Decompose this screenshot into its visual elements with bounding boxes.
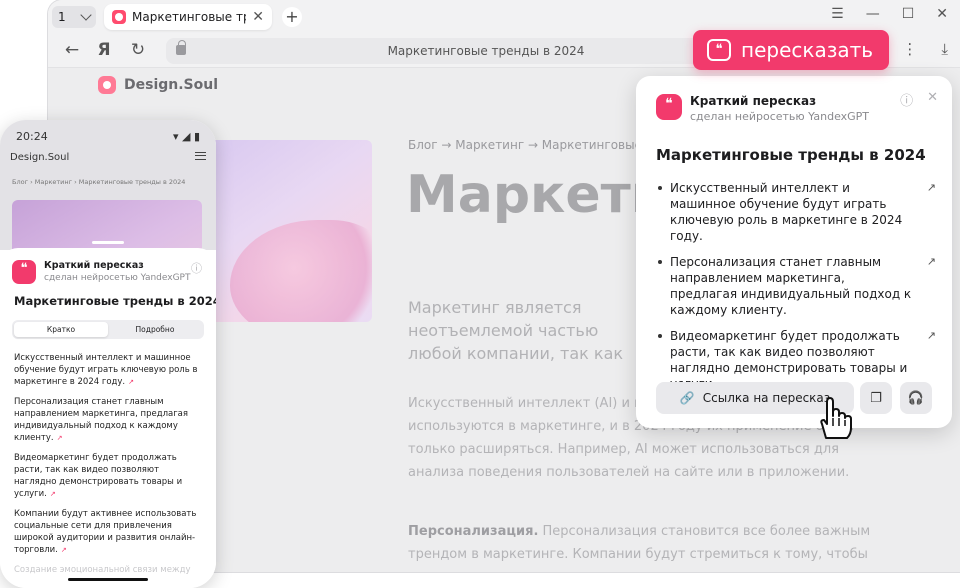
breadcrumb: Блог → Маркетинг → Маркетинговые xyxy=(408,138,642,152)
hand-cursor-icon xyxy=(820,397,852,439)
phone-page: 20:24 ▾ ◢ ▮ Design.Soul Блог › Маркетинг… xyxy=(0,120,216,320)
info-icon[interactable]: ⓘ xyxy=(900,90,913,109)
link-icon: 🔗 xyxy=(679,391,695,405)
summary-mode-toggle: Кратко Подробно xyxy=(12,320,204,339)
retell-popup: Краткий пересказ сделан нейросетью Yande… xyxy=(636,76,952,428)
tab-bar: 1 Маркетинговые тренды ✕ + ☰ — ☐ ✕ xyxy=(48,0,960,34)
screenshot: 1 Маркетинговые тренды ✕ + ☰ — ☐ ✕ ← Я ↻ xyxy=(0,0,960,588)
download-icon[interactable]: ⤓ xyxy=(941,40,948,58)
listen-button[interactable]: 🎧 xyxy=(900,382,932,414)
chevron-down-icon xyxy=(80,9,92,21)
arrow-link-icon[interactable]: ↗ xyxy=(128,378,134,386)
menu-icon[interactable]: ☰ xyxy=(831,6,844,22)
active-tab[interactable]: Маркетинговые тренды ✕ xyxy=(104,4,272,30)
retell-icon xyxy=(12,260,36,284)
home-indicator xyxy=(68,578,148,581)
new-tab-button[interactable]: + xyxy=(282,7,302,27)
arrow-link-icon[interactable]: ↗ xyxy=(927,328,936,344)
summary-list: Искусственный интеллект и машинное обуче… xyxy=(656,180,938,402)
lead-text: Маркетинг является неотъемлемой частью л… xyxy=(408,298,624,368)
arrow-link-icon[interactable]: ↗ xyxy=(57,434,63,442)
status-time: 20:24 xyxy=(16,130,48,143)
phone-retell-sheet: Краткий пересказ сделан нейросетью Yande… xyxy=(0,241,216,588)
list-item: Искусственный интеллект и машинное обуче… xyxy=(14,352,200,388)
summary-point: Персонализация станет главным направлени… xyxy=(670,255,912,317)
sheet-header: Краткий пересказ сделан нейросетью Yande… xyxy=(12,260,190,284)
quote-icon: ❝ xyxy=(707,39,731,61)
reload-icon[interactable]: ↻ xyxy=(128,40,148,60)
article-paragraph-2: Персонализация. Персонализация становитс… xyxy=(408,520,888,572)
phone-breadcrumb: Блог › Маркетинг › Маркетинговые тренды … xyxy=(12,178,186,186)
list-item: Видеомаркетинг будет продолжать расти, т… xyxy=(14,452,200,500)
tab-count-label: 1 xyxy=(58,10,66,24)
arrow-link-icon[interactable]: ↗ xyxy=(50,490,56,498)
minimize-icon[interactable]: — xyxy=(866,6,880,22)
tab-title: Маркетинговые тренды xyxy=(132,10,246,24)
address-text: Маркетинговые тренды в 2024 xyxy=(387,44,585,58)
page-title: Маркетинговые тренды в xyxy=(406,165,646,225)
summary-point: Искусственный интеллект и машинное обуче… xyxy=(670,181,903,243)
sheet-title: Маркетинговые тренды в 2024 xyxy=(14,294,216,308)
phone-brand[interactable]: Design.Soul xyxy=(10,152,69,163)
signal-icon: ▾ ◢ ▮ xyxy=(172,130,200,143)
list-item: Искусственный интеллект и машинное обуче… xyxy=(656,180,938,244)
headphones-icon: 🎧 xyxy=(907,390,925,406)
summary-point: Персонализация станет главным направлени… xyxy=(14,397,189,443)
sheet-header-subtitle: сделан нейросетью YandexGPT xyxy=(44,273,191,283)
close-window-icon[interactable]: ✕ xyxy=(936,6,948,22)
tab-count-button[interactable]: 1 xyxy=(52,6,96,28)
info-icon[interactable]: ⓘ xyxy=(191,260,202,276)
sheet-summary-list: Искусственный интеллект и машинное обуче… xyxy=(14,352,200,584)
summary-point: Искусственный интеллект и машинное обуче… xyxy=(14,353,198,387)
popup-header-subtitle: сделан нейросетью YandexGPT xyxy=(690,110,870,123)
hamburger-icon[interactable] xyxy=(195,152,206,160)
sheet-handle[interactable] xyxy=(92,241,124,244)
favicon-icon xyxy=(112,10,126,24)
popup-controls: ⓘ ✕ xyxy=(900,90,938,109)
phone-mockup: 20:24 ▾ ◢ ▮ Design.Soul Блог › Маркетинг… xyxy=(0,120,216,588)
list-item: Компании будут активнее использовать соц… xyxy=(14,508,200,556)
site-header[interactable]: Design.Soul xyxy=(98,76,218,94)
arrow-link-icon[interactable]: ↗ xyxy=(927,254,936,270)
phone-site-header: Design.Soul xyxy=(10,152,206,163)
more-icon[interactable]: ⋮ xyxy=(902,40,917,58)
back-icon[interactable]: ← xyxy=(62,40,82,60)
window-controls: ☰ — ☐ ✕ xyxy=(831,6,948,22)
popup-header: Краткий пересказ сделан нейросетью Yande… xyxy=(656,94,869,123)
copy-icon: ❐ xyxy=(870,390,882,406)
summary-point: Компании будут активнее использовать соц… xyxy=(14,509,197,555)
arrow-link-icon[interactable]: ↗ xyxy=(61,546,67,554)
retell-badge-button[interactable]: ❝ пересказать xyxy=(693,30,889,70)
tab-short[interactable]: Кратко xyxy=(14,322,108,337)
close-tab-icon[interactable]: ✕ xyxy=(252,9,264,25)
sheet-header-title: Краткий пересказ xyxy=(44,260,144,271)
copy-button[interactable]: ❐ xyxy=(860,382,892,414)
popup-header-title: Краткий пересказ xyxy=(690,94,817,108)
paragraph-heading: Персонализация. xyxy=(408,524,539,539)
list-item: Персонализация станет главным направлени… xyxy=(14,396,200,444)
summary-title: Маркетинговые тренды в 2024 xyxy=(656,146,926,164)
site-brand: Design.Soul xyxy=(124,77,219,93)
logo-icon xyxy=(98,76,116,94)
yandex-icon[interactable]: Я xyxy=(94,40,114,60)
toolbar-right: ⋮ ⤓ xyxy=(902,40,948,58)
hero-image xyxy=(210,140,372,322)
close-icon[interactable]: ✕ xyxy=(927,90,938,109)
status-bar: 20:24 ▾ ◢ ▮ xyxy=(16,130,200,143)
summary-point: Видеомаркетинг будет продолжать расти, т… xyxy=(14,453,183,499)
retell-badge-label: пересказать xyxy=(741,38,874,62)
arrow-link-icon[interactable]: ↗ xyxy=(927,180,936,196)
retell-icon xyxy=(656,94,682,120)
tab-detailed[interactable]: Подробно xyxy=(108,322,202,337)
lock-icon xyxy=(176,40,186,55)
maximize-icon[interactable]: ☐ xyxy=(902,6,915,22)
list-item: Персонализация станет главным направлени… xyxy=(656,254,938,318)
list-item-faded: Создание эмоциональной связи между xyxy=(14,565,191,575)
